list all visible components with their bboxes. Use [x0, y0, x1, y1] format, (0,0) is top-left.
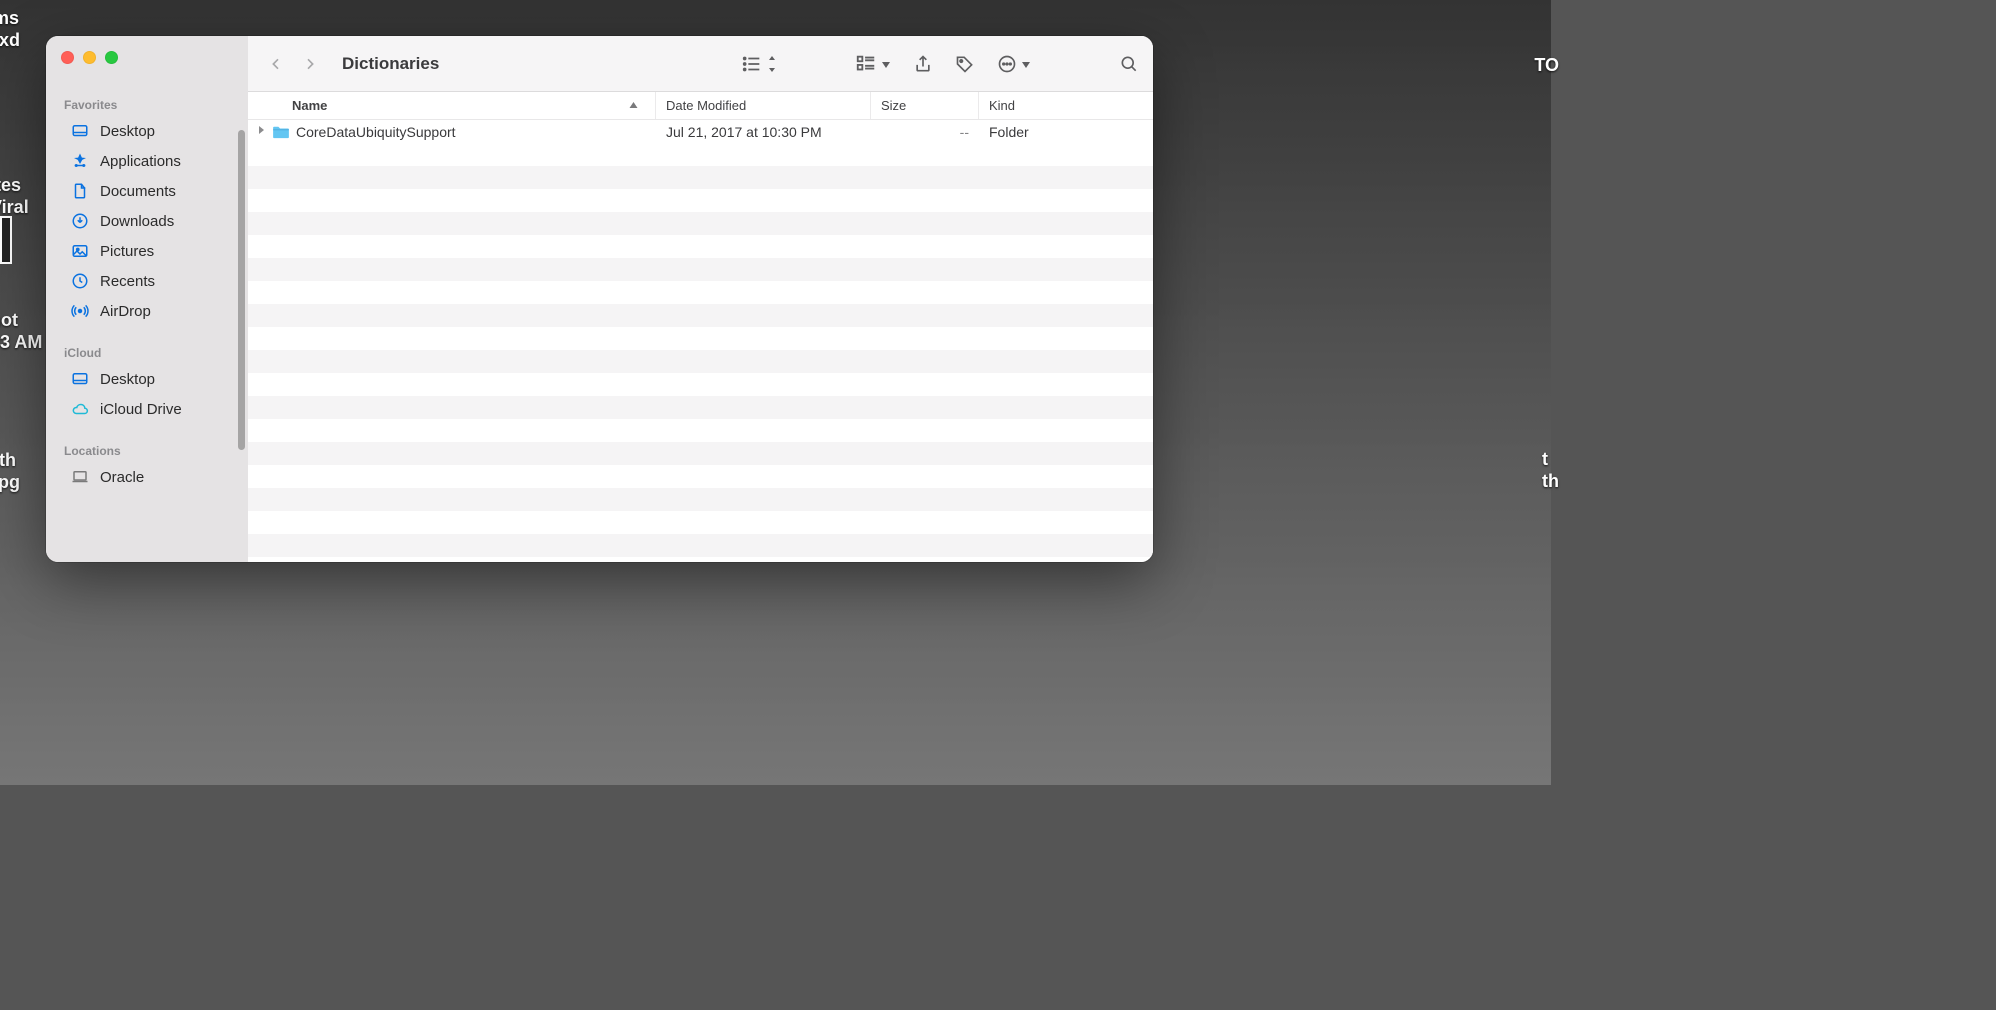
fullscreen-button[interactable] [105, 51, 118, 64]
desktop-label: uth.jpg [0, 450, 20, 493]
sidebar-item-label: Recents [100, 273, 155, 290]
sidebar-item-documents[interactable]: Documents [52, 176, 242, 206]
tags-button[interactable] [955, 54, 975, 74]
empty-row [248, 281, 1153, 304]
empty-row [248, 534, 1153, 557]
sidebar-scrollbar[interactable] [238, 130, 245, 450]
file-name: CoreDataUbiquitySupport [296, 124, 456, 140]
minimize-button[interactable] [83, 51, 96, 64]
applications-icon [70, 151, 90, 171]
empty-row [248, 373, 1153, 396]
empty-row [248, 212, 1153, 235]
empty-row [248, 143, 1153, 166]
sidebar-item-label: Oracle [100, 469, 144, 486]
download-icon [70, 211, 90, 231]
sidebar-item-label: Desktop [100, 371, 155, 388]
file-row[interactable]: CoreDataUbiquitySupport Jul 21, 2017 at … [248, 120, 1153, 143]
sort-ascending-icon [628, 98, 639, 113]
cloud-icon [70, 399, 90, 419]
empty-row [248, 189, 1153, 212]
empty-row [248, 350, 1153, 373]
sidebar-item-airdrop[interactable]: AirDrop [52, 296, 242, 326]
sidebar-item-desktop[interactable]: Desktop [52, 116, 242, 146]
column-label: Size [881, 98, 906, 113]
empty-row [248, 166, 1153, 189]
column-label: Date Modified [666, 98, 746, 113]
forward-button[interactable] [296, 50, 324, 78]
desktop-thumbnail[interactable] [0, 216, 12, 264]
disclosure-triangle-icon[interactable] [256, 125, 266, 138]
file-list: CoreDataUbiquitySupport Jul 21, 2017 at … [248, 120, 1153, 562]
share-button[interactable] [913, 53, 933, 75]
column-label: Name [292, 98, 327, 113]
column-header-date[interactable]: Date Modified [656, 92, 871, 119]
empty-row [248, 258, 1153, 281]
empty-row [248, 396, 1153, 419]
sidebar-item-label: Applications [100, 153, 181, 170]
desktop-label: lmsoxd [0, 8, 20, 51]
empty-row [248, 465, 1153, 488]
sidebar-item-label: Documents [100, 183, 176, 200]
sidebar-item-label: Downloads [100, 213, 174, 230]
group-by-button[interactable] [855, 53, 891, 75]
sidebar-item-recents[interactable]: Recents [52, 266, 242, 296]
column-header-size[interactable]: Size [871, 92, 979, 119]
sidebar-item-pictures[interactable]: Pictures [52, 236, 242, 266]
view-list-button[interactable] [741, 53, 777, 75]
sidebar-section-icloud: iCloud [46, 340, 248, 364]
sidebar-item-applications[interactable]: Applications [52, 146, 242, 176]
close-button[interactable] [61, 51, 74, 64]
sidebar-section-locations: Locations [46, 438, 248, 462]
window-title: Dictionaries [342, 54, 439, 74]
empty-row [248, 488, 1153, 511]
sidebar-item-icloud-desktop[interactable]: Desktop [52, 364, 242, 394]
desktop-icon [70, 369, 90, 389]
sidebar: Favorites Desktop Applications Documents [46, 36, 248, 562]
laptop-icon [70, 467, 90, 487]
file-date: Jul 21, 2017 at 10:30 PM [656, 124, 871, 140]
clock-icon [70, 271, 90, 291]
empty-row [248, 419, 1153, 442]
document-icon [70, 181, 90, 201]
folder-icon [272, 125, 290, 139]
actions-button[interactable] [997, 54, 1031, 74]
airdrop-icon [70, 301, 90, 321]
empty-row [248, 327, 1153, 350]
empty-row [248, 235, 1153, 258]
sidebar-section-favorites: Favorites [46, 92, 248, 116]
search-button[interactable] [1119, 54, 1139, 74]
finder-window: Favorites Desktop Applications Documents [46, 36, 1153, 562]
desktop-label: itesViral [0, 175, 29, 218]
main-pane: Dictionaries [248, 36, 1153, 562]
desktop-label: tth [1542, 449, 1559, 492]
sidebar-item-downloads[interactable]: Downloads [52, 206, 242, 236]
sidebar-item-label: AirDrop [100, 303, 151, 320]
sidebar-item-icloud-drive[interactable]: iCloud Drive [52, 394, 242, 424]
sidebar-item-label: iCloud Drive [100, 401, 182, 418]
column-label: Kind [989, 98, 1015, 113]
file-size: -- [871, 124, 979, 140]
empty-row [248, 442, 1153, 465]
sidebar-item-label: Pictures [100, 243, 154, 260]
sidebar-item-oracle[interactable]: Oracle [52, 462, 242, 492]
file-kind: Folder [979, 124, 1153, 140]
desktop-label: hot33 AM [0, 310, 42, 353]
window-controls [46, 36, 248, 92]
empty-row [248, 304, 1153, 327]
toolbar: Dictionaries [248, 36, 1153, 92]
desktop-icon [70, 121, 90, 141]
column-headers: Name Date Modified Size Kind [248, 92, 1153, 120]
pictures-icon [70, 241, 90, 261]
desktop-label: TO [1534, 55, 1559, 76]
empty-row [248, 511, 1153, 534]
column-header-name[interactable]: Name [248, 92, 656, 119]
sidebar-item-label: Desktop [100, 123, 155, 140]
column-header-kind[interactable]: Kind [979, 92, 1153, 119]
back-button[interactable] [262, 50, 290, 78]
